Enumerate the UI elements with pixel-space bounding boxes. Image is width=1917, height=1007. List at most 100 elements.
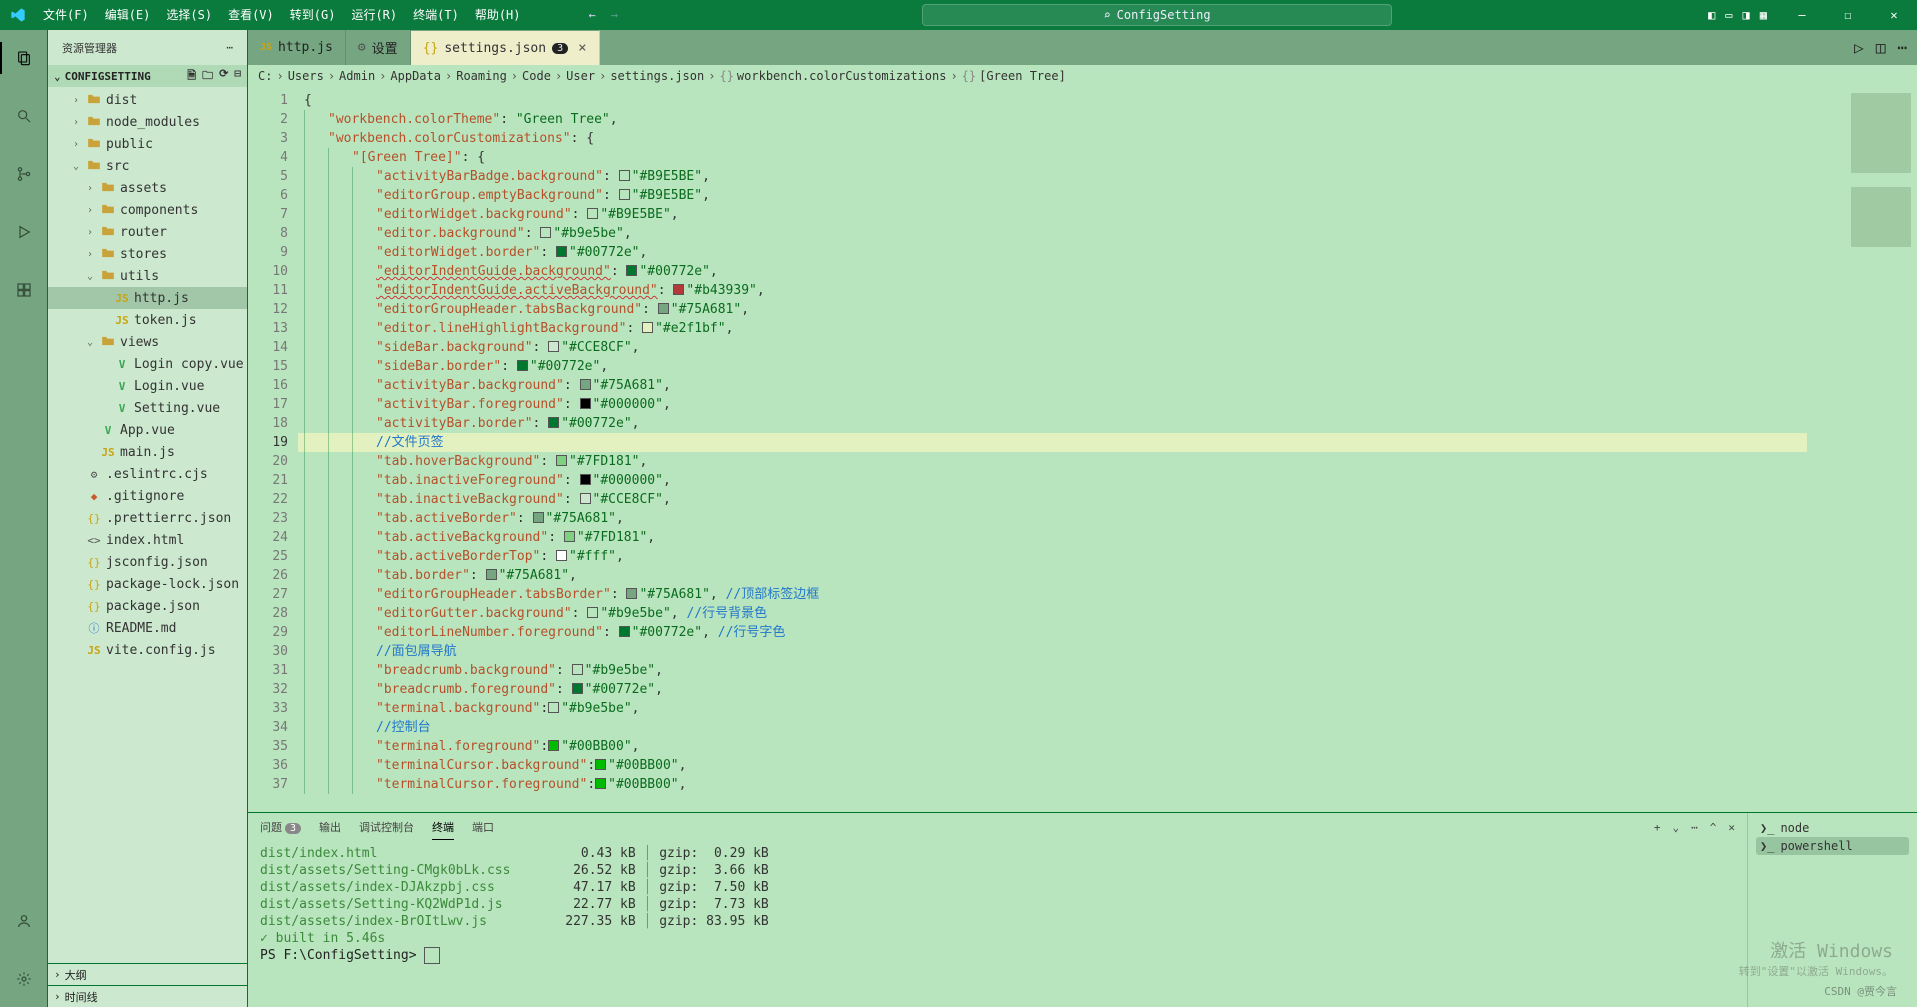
tree-item[interactable]: ›components: [48, 199, 247, 221]
explorer-section-header[interactable]: ⌄ CONFIGSETTING 🗎 🗀 ⟳ ⊟: [48, 65, 247, 87]
menu-item[interactable]: 终端(T): [405, 0, 467, 30]
breadcrumb-item[interactable]: Code: [522, 69, 551, 83]
editor-tab[interactable]: ⚙设置: [346, 30, 411, 65]
accounts-icon[interactable]: [0, 901, 48, 941]
nav-forward-icon[interactable]: →: [611, 8, 618, 22]
code-content[interactable]: {"workbench.colorTheme": "Green Tree","w…: [298, 87, 1807, 812]
tree-item[interactable]: {}package.json: [48, 595, 247, 617]
breadcrumb-item[interactable]: Admin: [339, 69, 375, 83]
outline-section[interactable]: ›大纲: [48, 963, 247, 985]
new-folder-icon[interactable]: 🗀: [202, 67, 213, 86]
command-center[interactable]: ⌕ ConfigSetting: [922, 4, 1392, 26]
run-debug-icon[interactable]: [0, 212, 48, 252]
editor-tabs: JShttp.js⚙设置{}settings.json3× ▷ ◫ ⋯: [248, 30, 1917, 65]
sidebar-title: 资源管理器 ⋯: [48, 30, 247, 65]
close-panel-icon[interactable]: ✕: [1728, 821, 1735, 834]
close-tab-icon[interactable]: ×: [578, 40, 586, 56]
tree-item[interactable]: JSvite.config.js: [48, 639, 247, 661]
panel-more-icon[interactable]: ⋯: [1691, 821, 1698, 834]
tab-output[interactable]: 输出: [319, 815, 341, 839]
toggle-panel-icon[interactable]: ▭: [1725, 8, 1732, 22]
breadcrumb-item[interactable]: settings.json: [610, 69, 704, 83]
extensions-icon[interactable]: [0, 270, 48, 310]
tree-item[interactable]: ›router: [48, 221, 247, 243]
maximize-icon[interactable]: ☐: [1825, 0, 1871, 30]
breadcrumb-item[interactable]: {}workbench.colorCustomizations: [719, 69, 946, 83]
tab-ports[interactable]: 端口: [472, 815, 494, 839]
tree-item[interactable]: JShttp.js: [48, 287, 247, 309]
terminal-output[interactable]: dist/index.html 0.43 kB │ gzip: 0.29 kB …: [248, 841, 1747, 1007]
menu-item[interactable]: 帮助(H): [467, 0, 529, 30]
tree-item[interactable]: VSetting.vue: [48, 397, 247, 419]
search-icon: ⌕: [1103, 8, 1110, 22]
tree-item[interactable]: ⌄src: [48, 155, 247, 177]
tree-item[interactable]: ›assets: [48, 177, 247, 199]
nav-back-icon[interactable]: ←: [589, 8, 596, 22]
timeline-section[interactable]: ›时间线: [48, 985, 247, 1007]
tree-item[interactable]: ◆.gitignore: [48, 485, 247, 507]
refresh-icon[interactable]: ⟳: [219, 67, 228, 86]
chevron-right-icon: ›: [54, 968, 61, 981]
minimap[interactable]: [1807, 87, 1917, 812]
tree-item[interactable]: {}.prettierrc.json: [48, 507, 247, 529]
tree-item[interactable]: ⌄utils: [48, 265, 247, 287]
menu-item[interactable]: 查看(V): [220, 0, 282, 30]
menu-item[interactable]: 选择(S): [158, 0, 220, 30]
tree-item[interactable]: ›stores: [48, 243, 247, 265]
tab-debug-console[interactable]: 调试控制台: [359, 815, 414, 839]
tree-item[interactable]: VApp.vue: [48, 419, 247, 441]
run-icon[interactable]: ▷: [1854, 38, 1864, 57]
menu-item[interactable]: 转到(G): [282, 0, 344, 30]
tree-item[interactable]: VLogin.vue: [48, 375, 247, 397]
breadcrumb[interactable]: C:›Users›Admin›AppData›Roaming›Code›User…: [248, 65, 1917, 87]
explorer-icon[interactable]: [0, 38, 48, 78]
tree-item[interactable]: ›public: [48, 133, 247, 155]
terminal-dropdown-icon[interactable]: ⌄: [1673, 821, 1680, 834]
editor-tab[interactable]: {}settings.json3×: [411, 30, 600, 65]
more-icon[interactable]: ⋯: [1897, 38, 1907, 57]
breadcrumb-item[interactable]: AppData: [390, 69, 441, 83]
menu-item[interactable]: 文件(F): [35, 0, 97, 30]
terminal-icon: ❯_: [1760, 839, 1774, 853]
tree-item[interactable]: ›node_modules: [48, 111, 247, 133]
source-control-icon[interactable]: [0, 154, 48, 194]
menu-item[interactable]: 运行(R): [343, 0, 405, 30]
tree-item[interactable]: ⓘREADME.md: [48, 617, 247, 639]
tab-problems[interactable]: 问题3: [260, 815, 301, 839]
customize-layout-icon[interactable]: ▦: [1760, 8, 1767, 22]
chevron-right-icon: ›: [54, 990, 61, 1003]
breadcrumb-item[interactable]: User: [566, 69, 595, 83]
breadcrumb-item[interactable]: {}[Green Tree]: [962, 69, 1066, 83]
settings-gear-icon[interactable]: [0, 959, 48, 999]
breadcrumb-item[interactable]: Roaming: [456, 69, 507, 83]
tree-item[interactable]: {}jsconfig.json: [48, 551, 247, 573]
tree-item[interactable]: VLogin copy.vue: [48, 353, 247, 375]
collapse-all-icon[interactable]: ⊟: [234, 67, 241, 86]
minimize-icon[interactable]: —: [1779, 0, 1825, 30]
tree-item[interactable]: {}package-lock.json: [48, 573, 247, 595]
new-terminal-icon[interactable]: +: [1654, 821, 1661, 834]
maximize-panel-icon[interactable]: ^: [1710, 821, 1717, 834]
close-icon[interactable]: ✕: [1871, 0, 1917, 30]
tree-item[interactable]: <>index.html: [48, 529, 247, 551]
tree-item[interactable]: JStoken.js: [48, 309, 247, 331]
toggle-primary-sidebar-icon[interactable]: ◧: [1708, 8, 1715, 22]
toggle-secondary-sidebar-icon[interactable]: ◨: [1743, 8, 1750, 22]
tree-item[interactable]: ›dist: [48, 89, 247, 111]
editor-tab[interactable]: JShttp.js: [248, 30, 346, 65]
terminal-list: ❯_node❯_powershell: [1747, 813, 1917, 1007]
tree-item[interactable]: JSmain.js: [48, 441, 247, 463]
terminal-instance[interactable]: ❯_node: [1756, 819, 1909, 837]
split-editor-icon[interactable]: ◫: [1876, 38, 1886, 57]
breadcrumb-item[interactable]: C:: [258, 69, 272, 83]
search-icon[interactable]: [0, 96, 48, 136]
tree-item[interactable]: ⌄views: [48, 331, 247, 353]
tab-terminal[interactable]: 终端: [432, 815, 454, 840]
sidebar-more-icon[interactable]: ⋯: [226, 41, 233, 54]
tree-item[interactable]: ⚙.eslintrc.cjs: [48, 463, 247, 485]
menu-item[interactable]: 编辑(E): [97, 0, 159, 30]
editor[interactable]: 1234567891011121314151617181920212223242…: [248, 87, 1917, 812]
new-file-icon[interactable]: 🗎: [187, 67, 196, 86]
terminal-instance[interactable]: ❯_powershell: [1756, 837, 1909, 855]
breadcrumb-item[interactable]: Users: [288, 69, 324, 83]
